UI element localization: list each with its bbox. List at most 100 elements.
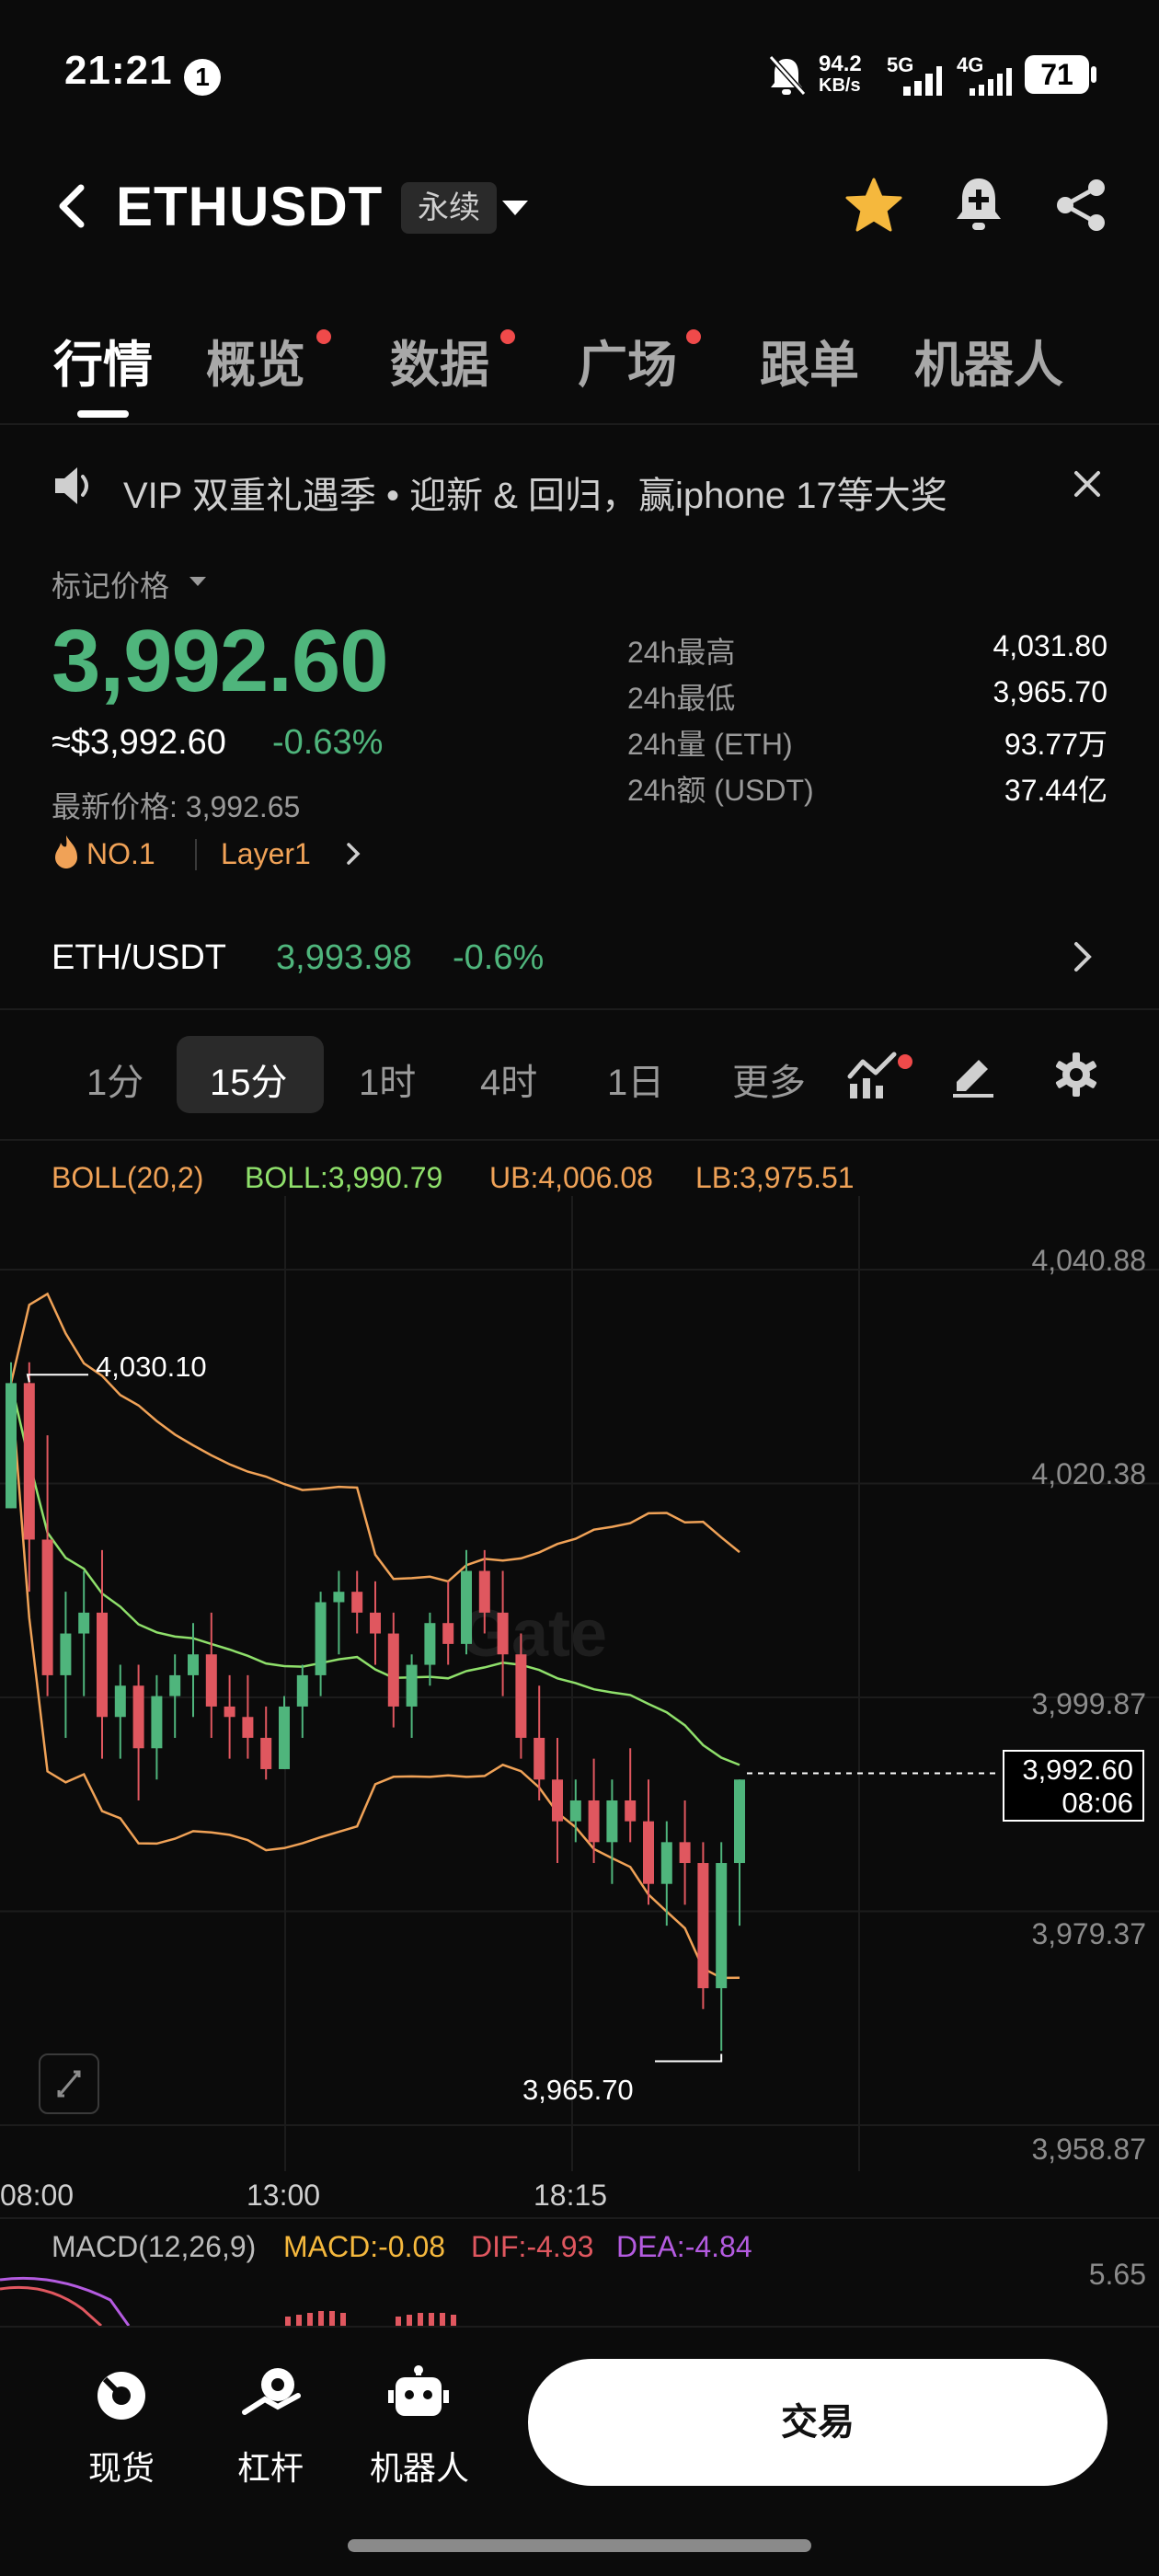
close-icon[interactable] [1071, 467, 1104, 500]
battery-icon: 71 [1025, 55, 1089, 94]
mark-price-dropdown-icon[interactable] [188, 574, 208, 589]
tab-bots[interactable]: 机器人 [914, 324, 1063, 397]
rank-tag[interactable]: NO.1 [86, 837, 155, 871]
spot-button-label[interactable]: 现货 [66, 2442, 177, 2490]
category-tag[interactable]: Layer1 [221, 837, 311, 871]
tab-market[interactable]: 行情 [53, 324, 153, 397]
promo-banner-text[interactable]: VIP 双重礼遇季 • 迎新 & 回归，赢iphone 17等大奖 [123, 466, 947, 519]
high-leader-line [26, 1374, 88, 1383]
share-icon[interactable] [1052, 177, 1109, 234]
pair-title[interactable]: ETHUSDT [116, 175, 383, 238]
tag-separator [195, 839, 197, 870]
candle-body [697, 1863, 709, 1989]
interval-1d[interactable]: 1日 [607, 1052, 664, 1106]
candle-body [534, 1737, 545, 1780]
candlestick-chart[interactable]: Gate [0, 1196, 1159, 2171]
candle-body [224, 1706, 235, 1718]
current-price-marker: 3,992.60 08:06 [1003, 1750, 1144, 1822]
macd-name[interactable]: MACD(12,26,9) [52, 2230, 256, 2264]
candle-body [679, 1842, 691, 1864]
boll-name[interactable]: BOLL(20,2) [52, 1161, 203, 1195]
candle-body [205, 1654, 217, 1707]
price-alert-icon[interactable] [951, 175, 1006, 236]
x-tick-label: 13:00 [247, 2179, 321, 2212]
robot-icon[interactable] [388, 2364, 449, 2425]
spot-icon[interactable] [92, 2366, 151, 2425]
tab-copy-trading[interactable]: 跟单 [760, 324, 859, 397]
fullscreen-button[interactable] [39, 2053, 99, 2114]
y-tick-label: 4,020.38 [1031, 1457, 1146, 1490]
tab-square[interactable]: 广场 [578, 324, 677, 397]
indicator-icon[interactable] [846, 1049, 912, 1100]
boll-upper: UB:4,006.08 [489, 1161, 653, 1194]
bots-button-label[interactable]: 机器人 [364, 2442, 475, 2490]
candle-body [41, 1539, 53, 1675]
tab-square-dot [686, 329, 701, 344]
flame-icon [55, 835, 77, 868]
candle-body [333, 1592, 345, 1603]
stat-low-label: 24h最低 [627, 682, 736, 715]
spot-pair-price: 3,993.98 [276, 938, 412, 977]
high-annotation: 4,030.10 [96, 1351, 207, 1383]
net-speed-unit: KB/s [819, 75, 861, 96]
draw-tool-icon[interactable] [949, 1051, 997, 1098]
tab-overview-dot [316, 329, 331, 344]
home-indicator[interactable] [348, 2539, 811, 2552]
spot-pair-name[interactable]: ETH/USDT [52, 938, 226, 978]
margin-icon[interactable] [241, 2364, 302, 2425]
candle-body [625, 1800, 637, 1822]
usd-price: ≈$3,992.60 [52, 723, 226, 762]
interval-15m[interactable]: 15分 [210, 1052, 288, 1106]
candle-body [242, 1717, 254, 1738]
candle-body [406, 1664, 418, 1707]
candle-body [78, 1612, 90, 1634]
candle-body [643, 1821, 654, 1884]
contract-type-tag[interactable]: 永续 [401, 182, 497, 234]
candle-body [442, 1623, 454, 1644]
candle-body [151, 1696, 163, 1749]
chevron-down-icon[interactable] [500, 197, 530, 219]
mark-price-label[interactable]: 标记价格 [52, 563, 169, 605]
candle-body [552, 1779, 563, 1822]
interval-1h[interactable]: 1时 [359, 1052, 416, 1106]
candle-body [351, 1592, 363, 1613]
tab-overview[interactable]: 概览 [206, 324, 305, 397]
interval-1m[interactable]: 1分 [86, 1052, 143, 1106]
macd-chart [0, 2276, 456, 2326]
macd-dif: DIF:-4.93 [471, 2230, 594, 2263]
price-change-pct: -0.63% [272, 723, 384, 762]
candle-body [370, 1612, 381, 1634]
candle-body [315, 1602, 327, 1675]
candle-body [424, 1623, 436, 1665]
x-tick-label: 18:15 [534, 2179, 608, 2212]
macd-dea: DEA:-4.84 [616, 2230, 752, 2263]
low-annotation: 3,965.70 [522, 2074, 634, 2106]
candle-body [114, 1685, 126, 1718]
spot-pair-change: -0.6% [453, 938, 545, 977]
favorite-star-icon[interactable] [844, 177, 903, 234]
mark-price-value: 3,992.60 [52, 612, 389, 710]
current-price-value: 3,992.60 [1022, 1754, 1133, 1786]
active-tab-indicator [77, 410, 129, 418]
margin-button-label[interactable]: 杠杆 [215, 2442, 326, 2490]
interval-4h[interactable]: 4时 [480, 1052, 537, 1106]
candle-body [188, 1654, 199, 1675]
candle-body [97, 1612, 108, 1718]
settings-gear-icon[interactable] [1052, 1051, 1100, 1098]
tab-data[interactable]: 数据 [390, 324, 489, 397]
candle-countdown: 08:06 [1061, 1787, 1133, 1819]
boll-mid: BOLL:3,990.79 [245, 1161, 443, 1194]
chevron-right-icon[interactable] [344, 841, 362, 867]
signal-4g-icon [970, 68, 1012, 96]
chart-divider [0, 2217, 1159, 2219]
stat-volume-label: 24h量 (ETH) [627, 728, 793, 761]
candle-body [6, 1383, 17, 1509]
candle-body [569, 1800, 581, 1822]
trade-button[interactable]: 交易 [528, 2359, 1107, 2486]
macd-value: MACD:-0.08 [283, 2230, 446, 2263]
interval-more[interactable]: 更多 [732, 1052, 806, 1106]
chevron-right-icon[interactable] [1071, 938, 1095, 975]
back-arrow-icon[interactable] [53, 182, 90, 230]
y-tick-label: 3,979.37 [1031, 1917, 1146, 1950]
stat-high-value: 4,031.80 [993, 629, 1107, 662]
